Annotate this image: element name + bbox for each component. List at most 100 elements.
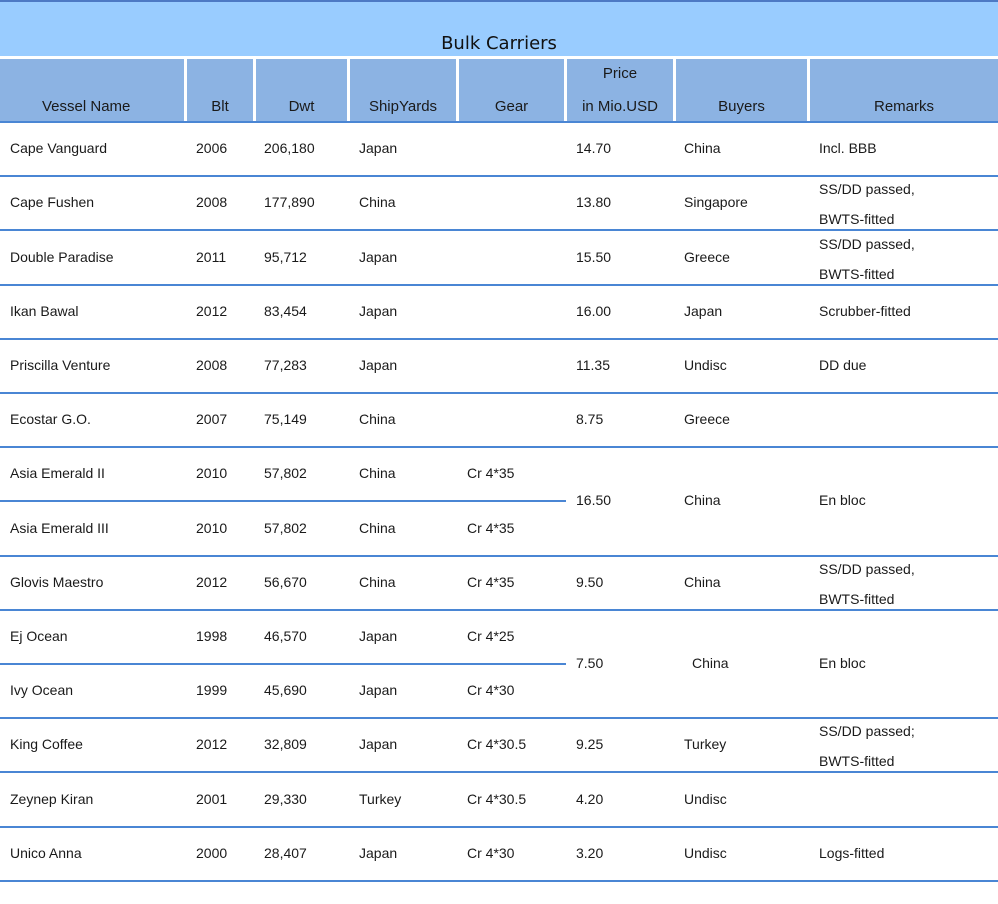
header-vessel-name: Vessel Name <box>0 59 184 121</box>
vessel-name: Glovis Maestro <box>10 573 104 590</box>
vessel-name: Priscilla Venture <box>10 356 111 373</box>
vessel-name: Cape Vanguard <box>10 140 108 157</box>
header-remarks: Remarks <box>810 59 998 121</box>
price-value: 11.35 <box>576 356 610 373</box>
shipyard: China <box>359 573 396 590</box>
dwt-value: 75,149 <box>264 411 307 428</box>
built-year: 1998 <box>196 627 228 644</box>
vessel-name: Double Paradise <box>10 248 114 265</box>
built-year: 2012 <box>196 573 228 590</box>
row-divider <box>0 446 998 449</box>
remarks-text: En bloc <box>819 655 866 671</box>
gear-value: Cr 4*35 <box>467 465 515 482</box>
dwt-value: 83,454 <box>264 302 307 319</box>
row-divider <box>0 825 998 828</box>
buyer: Singapore <box>684 194 748 211</box>
remarks-text: BWTS-fitted <box>819 590 895 607</box>
row-divider <box>0 717 998 720</box>
vessel-name: Asia Emerald III <box>10 519 109 536</box>
remarks-text: SS/DD passed, <box>819 181 915 198</box>
built-year: 2001 <box>196 790 228 807</box>
remarks-text: Incl. BBB <box>819 140 877 157</box>
shipyard: China <box>359 519 396 536</box>
vessel-name: Ecostar G.O. <box>10 411 91 428</box>
buyer: Undisc <box>684 790 727 807</box>
price-value: 8.75 <box>576 411 604 428</box>
dwt-value: 29,330 <box>264 790 307 807</box>
row-divider <box>0 879 998 882</box>
dwt-value: 57,802 <box>264 465 307 482</box>
vessel-name: Ivy Ocean <box>10 682 74 699</box>
dwt-value: 95,712 <box>264 248 307 265</box>
gear-value: Cr 4*25 <box>467 627 515 644</box>
remarks-text: BWTS-fitted <box>819 211 895 228</box>
gear-value: Cr 4*30.5 <box>467 790 527 807</box>
built-year: 2007 <box>196 411 228 428</box>
price-value: 14.70 <box>576 140 612 157</box>
remarks-text: Logs-fitted <box>819 844 885 861</box>
built-year: 2011 <box>196 248 227 265</box>
built-year: 2010 <box>196 519 228 536</box>
header-shipyards-label: ShipYards <box>368 98 438 115</box>
dwt-value: 28,407 <box>264 844 307 861</box>
built-year: 2008 <box>196 194 228 211</box>
built-year: 1999 <box>196 682 228 699</box>
dwt-value: 177,890 <box>264 194 315 211</box>
header-gear: Gear <box>459 59 564 121</box>
row-divider <box>0 663 566 665</box>
row-divider <box>0 500 566 503</box>
row-divider <box>0 175 998 178</box>
shipyard: China <box>359 465 396 482</box>
remarks-text: BWTS-fitted <box>819 753 895 770</box>
header-remarks-label: Remarks <box>873 98 934 115</box>
header-price-label: Price <box>602 65 638 82</box>
remarks-text: SS/DD passed, <box>819 235 915 252</box>
shipyard: Japan <box>359 248 398 265</box>
built-year: 2008 <box>196 356 228 373</box>
remarks-text: Scrubber-fitted <box>819 302 911 319</box>
row-divider <box>0 229 998 232</box>
remarks-text: En bloc <box>819 492 866 509</box>
gear-value: Cr 4*35 <box>467 573 515 590</box>
remarks-text: SS/DD passed, <box>819 560 915 577</box>
row-divider <box>0 608 998 611</box>
buyer: Undisc <box>684 356 727 373</box>
built-year: 2012 <box>196 736 228 753</box>
header-price-unit: in Mio.USD <box>582 98 658 115</box>
dwt-value: 32,809 <box>264 736 307 753</box>
built-year: 2012 <box>196 302 228 319</box>
header-gear-label: Gear <box>494 98 529 115</box>
dwt-value: 46,570 <box>264 627 307 644</box>
price-value: 3.20 <box>576 844 604 861</box>
gear-value: Cr 4*35 <box>467 519 515 536</box>
buyer: Greece <box>684 248 730 265</box>
shipyard: China <box>359 411 396 428</box>
row-divider <box>0 283 998 286</box>
row-divider <box>0 392 998 394</box>
price-value: 16.00 <box>576 302 612 319</box>
header-dwt-label: Dwt <box>288 98 315 115</box>
shipyard: Japan <box>359 736 398 753</box>
buyer: Greece <box>684 411 730 428</box>
shipyard: Japan <box>359 356 398 373</box>
buyer: China <box>684 573 721 590</box>
remarks-text: DD due <box>819 356 867 373</box>
shipyard: Japan <box>359 140 398 157</box>
shipyard: Japan <box>359 682 398 699</box>
header-built: Blt <box>187 59 253 121</box>
header-price: Price in Mio.USD <box>567 59 673 121</box>
buyer: China <box>684 140 721 157</box>
header-shipyards: ShipYards <box>350 59 456 121</box>
built-year: 2006 <box>196 140 228 157</box>
price-value: 9.25 <box>576 736 604 753</box>
gear-value: Cr 4*30.5 <box>467 736 527 753</box>
vessel-name: Asia Emerald II <box>10 465 105 482</box>
title-bar: Bulk Carriers <box>0 0 998 56</box>
built-year: 2010 <box>196 465 228 482</box>
built-year: 2000 <box>196 844 228 861</box>
dwt-value: 77,283 <box>264 356 307 373</box>
merged-buyer: China <box>692 655 729 671</box>
shipyard: Turkey <box>359 790 402 807</box>
price-value: 15.50 <box>576 248 612 265</box>
vessel-name: Ikan Bawal <box>10 302 79 319</box>
